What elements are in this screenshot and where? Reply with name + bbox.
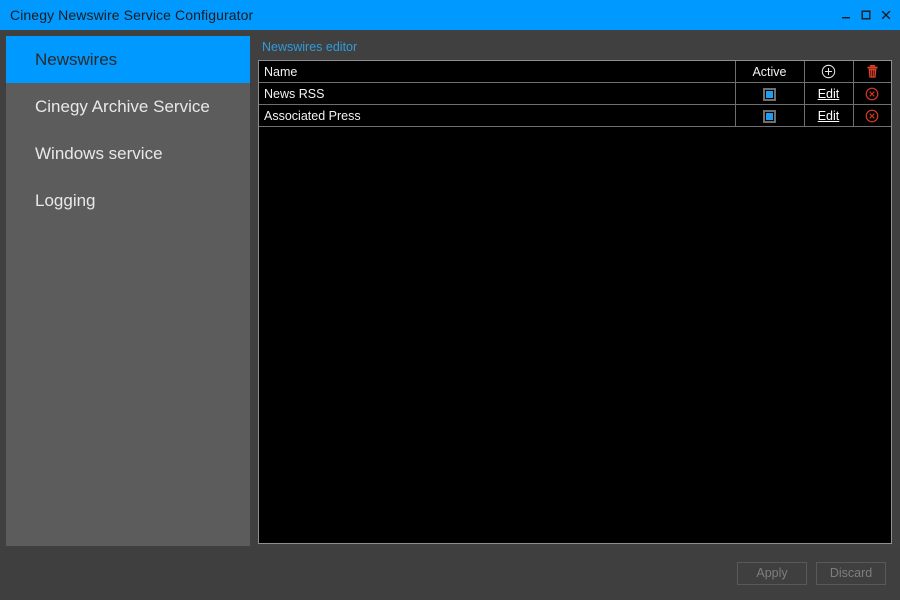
sidebar-item-label: Logging [35,190,96,210]
sidebar-item-windows-service[interactable]: Windows service [6,130,250,177]
delete-circle-icon[interactable] [865,108,879,123]
main-area: Newswires Cinegy Archive Service Windows… [0,30,900,546]
sidebar-item-label: Windows service [35,143,163,163]
page-title: Newswires editor [262,40,358,54]
column-header-active[interactable]: Active [735,61,805,83]
newswires-table: Name Active News RSS Edit Associated Pre… [259,61,891,127]
cell-edit: Edit [804,104,854,127]
cell-delete [853,82,891,105]
sidebar-item-newswires[interactable]: Newswires [6,36,250,83]
title-bar: Cinegy Newswire Service Configurator [0,0,900,30]
cell-edit: Edit [804,82,854,105]
newswire-name-label: Associated Press [264,108,361,123]
cell-name: News RSS [259,82,736,105]
discard-button[interactable]: Discard [816,561,886,585]
sidebar-item-label: Newswires [35,49,118,69]
edit-link[interactable]: Edit [818,109,840,123]
window-controls [836,0,896,30]
sidebar: Newswires Cinegy Archive Service Windows… [6,36,250,546]
cell-active [735,82,805,105]
trash-icon [866,64,879,78]
apply-button[interactable]: Apply [737,561,807,585]
table-row[interactable]: Associated Press Edit [259,104,891,127]
newswires-table-container: Name Active News RSS Edit Associated Pre… [258,60,892,544]
cell-delete [853,104,891,127]
delete-circle-icon[interactable] [865,86,879,101]
sidebar-item-label: Cinegy Archive Service [35,96,210,116]
newswire-name-label: News RSS [264,86,325,101]
app-window: Cinegy Newswire Service Configurator New… [0,0,900,600]
content-panel: Newswires editor Name Active News RSS Ed… [258,36,892,546]
active-checkbox[interactable] [763,109,776,123]
minimize-button[interactable] [836,2,856,28]
edit-link[interactable]: Edit [818,87,840,101]
table-row[interactable]: News RSS Edit [259,82,891,105]
column-header-active-label: Active [752,64,787,79]
maximize-button[interactable] [856,2,876,28]
delete-all-button[interactable] [853,61,891,83]
sidebar-item-cinegy-archive-service[interactable]: Cinegy Archive Service [6,83,250,130]
column-header-name-label: Name [264,64,298,79]
close-button[interactable] [876,2,896,28]
add-newswire-button[interactable] [804,61,854,83]
cell-active [735,104,805,127]
window-title: Cinegy Newswire Service Configurator [10,7,254,23]
column-header-name[interactable]: Name [259,61,736,83]
footer-bar: Apply Discard [0,546,900,600]
cell-name: Associated Press [259,104,736,127]
table-header-row: Name Active [259,61,891,83]
add-circle-icon [821,64,836,79]
active-checkbox[interactable] [763,87,776,101]
sidebar-item-logging[interactable]: Logging [6,177,250,224]
